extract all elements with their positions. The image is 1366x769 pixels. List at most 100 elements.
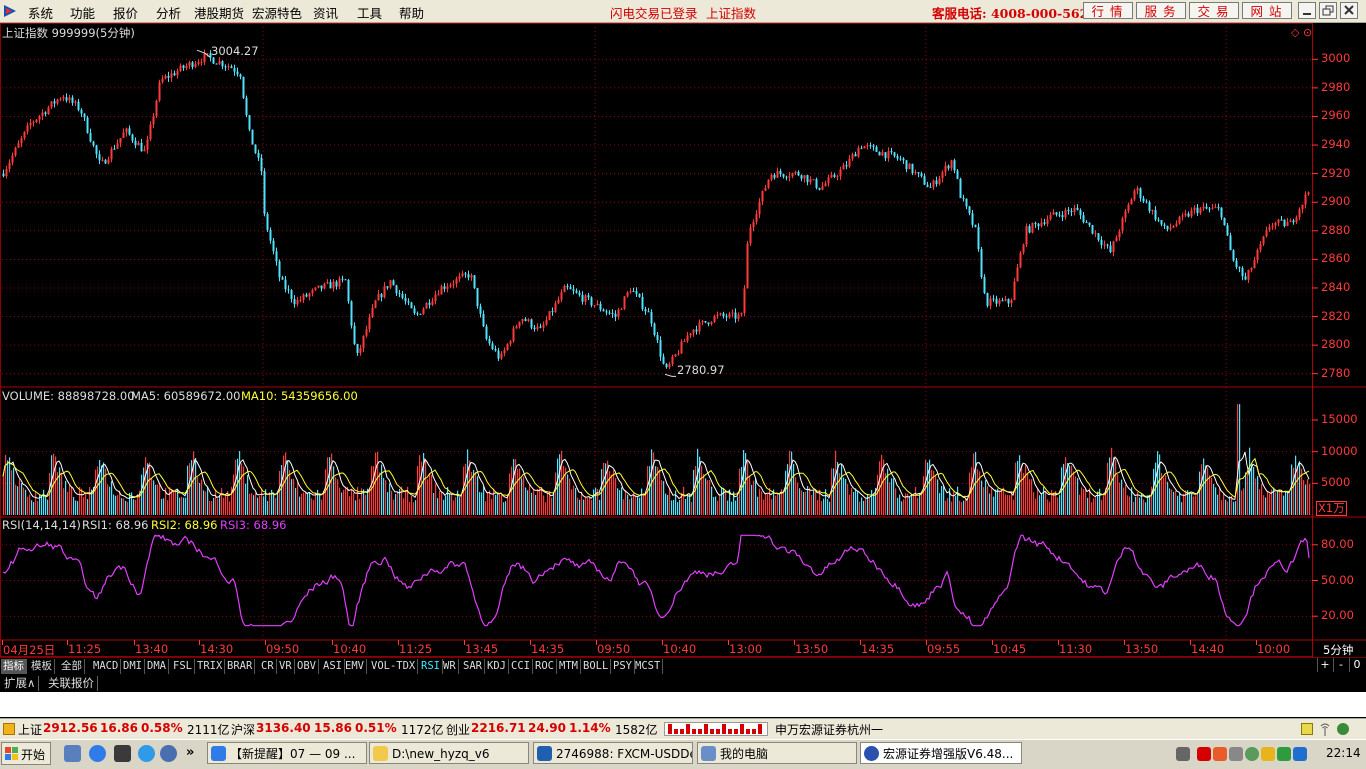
task-window-3[interactable]: 2746988: FXCM-USDDe... [533,742,693,764]
indicator-tab-asi[interactable]: ASI [321,659,345,674]
candle [1055,212,1058,217]
indicator-tab-sar[interactable]: SAR [461,659,485,674]
indicator-tab-trix[interactable]: TRIX [195,659,226,674]
volume-bar [713,497,715,515]
current-index-name[interactable]: 上证指数 [706,3,756,22]
shield-tray-icon[interactable] [1293,747,1307,761]
indicator-tab-模板[interactable]: 模板 [29,659,55,674]
diamond-icon[interactable]: ◇ [1291,26,1300,39]
zoom-button[interactable]: 0 [1349,658,1364,672]
candle [479,303,482,318]
messenger-icon[interactable] [160,745,177,762]
volume-bar [129,492,131,515]
indicator-tab-macd[interactable]: MACD [91,659,122,674]
indicator-tab-mcst[interactable]: MCST [633,659,664,674]
volume-bar [521,478,523,515]
volume-ma10-label: MA10: 54359656.00 [241,389,358,403]
indicator-tab-kdj[interactable]: KDJ [485,659,509,674]
network-tray-icon[interactable] [1197,747,1211,761]
menu-system[interactable]: 系统 [28,3,53,22]
candle [920,171,923,178]
volume-bar [445,495,447,515]
menu-info[interactable]: 资讯 [313,3,338,22]
nav-website-button[interactable]: 网站 [1242,2,1292,19]
period-label[interactable]: 5分钟 [1323,642,1353,658]
volume-bar [361,488,363,515]
indicator-tab-dma[interactable]: DMA [145,659,169,674]
disk-tray-icon[interactable] [1245,747,1259,761]
menu-hk-futures[interactable]: 港股期货 [194,3,244,22]
ticker-icon[interactable] [3,723,15,735]
indicator-tab-emv[interactable]: EMV [343,659,367,674]
ie-browser-icon-2[interactable] [138,745,155,762]
task-window-5[interactable]: 宏源证券增强版V6.48... [860,742,1022,764]
notice-icon[interactable] [1301,723,1313,735]
flag-tray-icon[interactable] [1213,747,1227,761]
candle [527,318,530,323]
menu-function[interactable]: 功能 [70,3,95,22]
close-icon[interactable] [1340,2,1358,19]
volume-bar [1069,465,1071,515]
indicator-tab-psy[interactable]: PSY [611,659,635,674]
close-chart-icon[interactable]: ⊙ [1303,26,1312,39]
chart-area[interactable]: ◇ ⊙ [0,23,1366,657]
volume-unit-label[interactable]: X1万 [1316,501,1347,516]
candle [1082,211,1085,224]
show-desktop-icon[interactable] [64,745,81,762]
console-icon[interactable] [114,745,131,762]
menu-analysis[interactable]: 分析 [156,3,181,22]
minimize-icon[interactable] [1298,2,1316,19]
task-window-1[interactable]: 【新提醒】07 — 09 ... [207,742,367,764]
indicator-tab-cr[interactable]: CR [259,659,277,674]
volume-tray-icon[interactable] [1229,747,1243,761]
nav-service-button[interactable]: 服务 [1136,2,1186,19]
candle [224,64,227,71]
volume-bar [1275,492,1277,515]
signal-icon[interactable] [1319,722,1331,736]
price-tick: 3000 [1321,51,1351,66]
expand-tab[interactable]: 扩展∧ [1,676,40,691]
candle [878,151,881,156]
volume-bar [1173,491,1175,515]
restore-icon[interactable] [1319,2,1337,19]
indicator-tab-指标[interactable]: 指标 [1,659,27,674]
indicator-tab-obv[interactable]: OBV [295,659,319,674]
nav-trade-button[interactable]: 交易 [1189,2,1239,19]
menu-quote[interactable]: 报价 [113,3,138,22]
more-quicklaunch-icon[interactable]: » [186,745,194,760]
zoom-button[interactable]: + [1317,658,1332,672]
volume-bar [479,492,481,515]
indicator-tab-fsl[interactable]: FSL [171,659,195,674]
menu-hongyuan[interactable]: 宏源特色 [252,3,302,22]
ie-browser-icon[interactable] [89,745,106,762]
indicator-tab-vol-tdx[interactable]: VOL-TDX [369,659,419,674]
connection-icon[interactable] [1337,723,1349,735]
indicator-tab-vr[interactable]: VR [277,659,295,674]
related-quote-tab[interactable]: 关联报价 [45,676,98,691]
indicator-tab-dmi[interactable]: DMI [121,659,145,674]
candle [890,147,893,155]
menu-tools[interactable]: 工具 [357,3,382,22]
start-button[interactable]: 开始 [1,742,51,765]
indicator-tab-wr[interactable]: WR [441,659,459,674]
indicator-tab-boll[interactable]: BOLL [581,659,612,674]
chat-tray-icon[interactable] [1261,747,1275,761]
task-window-2[interactable]: D:\new_hyzq_v6 [369,742,529,764]
indicator-tab-roc[interactable]: ROC [533,659,557,674]
volume-bar [841,464,843,515]
task-window-4[interactable]: 我的电脑 [697,742,857,764]
candle [578,290,581,297]
menu-help[interactable]: 帮助 [399,3,424,22]
security-tray-icon[interactable] [1277,747,1291,761]
zoom-button[interactable]: - [1333,658,1348,672]
nav-market-button[interactable]: 行情 [1083,2,1133,19]
indicator-tab-brar[interactable]: BRAR [225,659,256,674]
keyboard-tray-icon[interactable] [1176,747,1190,761]
indicator-tab-rsi[interactable]: RSI [419,659,443,674]
volume-bar [1189,491,1191,515]
volume-bar [555,472,557,515]
indicator-tab-全部[interactable]: 全部 [59,659,85,674]
login-status[interactable]: 闪电交易已登录 [610,3,698,22]
indicator-tab-cci[interactable]: CCI [509,659,533,674]
indicator-tab-mtm[interactable]: MTM [557,659,581,674]
